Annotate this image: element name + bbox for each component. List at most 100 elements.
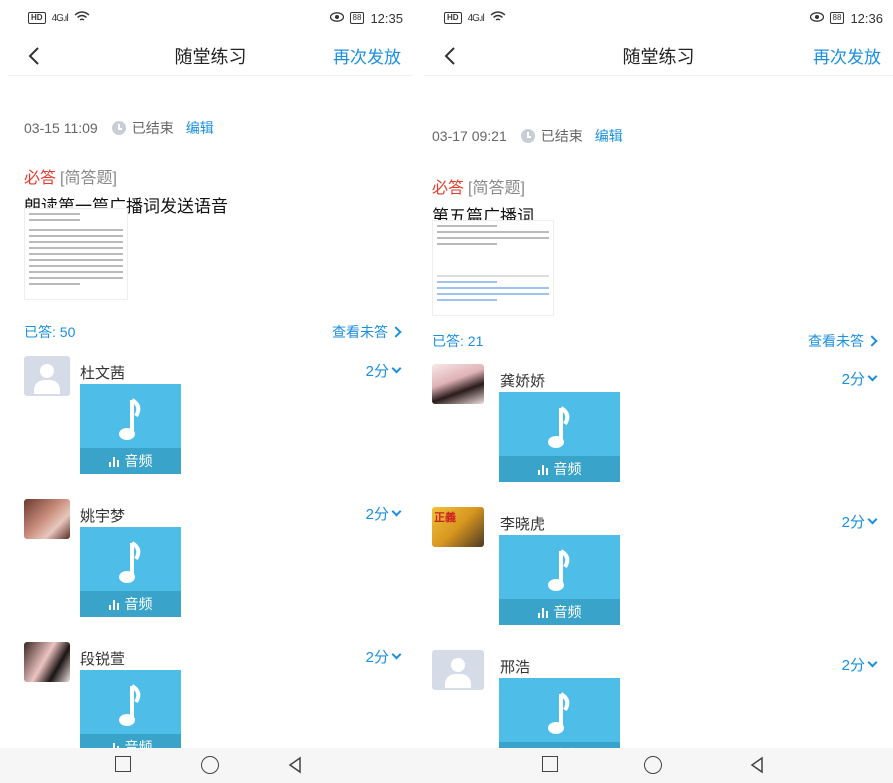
chevron-down-icon: [391, 649, 402, 660]
audio-card[interactable]: 音频: [80, 384, 181, 474]
chevron-down-icon: [391, 363, 402, 374]
score-dropdown[interactable]: 2分: [842, 511, 878, 532]
music-note-icon: [118, 398, 140, 440]
clock-icon: [520, 129, 535, 143]
required-label: 必答: [432, 180, 465, 197]
avatar[interactable]: [432, 364, 484, 404]
status-text: 已结束: [540, 128, 583, 144]
audio-label: 音频: [124, 596, 153, 612]
score-dropdown[interactable]: 2分: [842, 654, 878, 675]
avatar[interactable]: [24, 356, 70, 396]
audio-card[interactable]: 音频: [499, 535, 620, 625]
answered-count: 已答: 50: [24, 324, 76, 340]
view-unanswered-link[interactable]: 查看未答: [808, 331, 878, 351]
edit-link[interactable]: 编辑: [186, 118, 214, 138]
audio-bars-icon: [109, 741, 119, 748]
audio-bars-icon: [537, 463, 548, 475]
audio-label-bar: 音频: [499, 456, 620, 482]
answered-count: 已答: 21: [432, 333, 484, 349]
score-dropdown[interactable]: 2分: [366, 646, 402, 667]
answered-row: 已答: 50 查看未答: [24, 322, 402, 342]
reissue-button[interactable]: 再次发放: [813, 43, 881, 68]
audio-card[interactable]: 音频: [80, 527, 181, 617]
student-name: 杜文茜: [80, 365, 126, 382]
hd-badge: HD: [444, 12, 462, 24]
header: 随堂练习 再次发放: [8, 36, 413, 76]
datetime: 03-15 11:09: [24, 120, 98, 136]
attachment-thumbnail[interactable]: [432, 220, 554, 316]
audio-bars-icon: [108, 455, 119, 467]
right-screen: HD 4G.ıl 88 12:36 随堂练习 再次发放 03-17 09:21 …: [424, 0, 893, 748]
signal-icon: 4G.ıl: [51, 12, 69, 24]
list-item: 正義 李晓虎 2分 音频: [432, 507, 878, 631]
status-bar: HD 4G.ıl 88 12:36: [424, 0, 893, 36]
square-icon[interactable]: [542, 756, 558, 772]
audio-bars-icon: [537, 606, 548, 618]
audio-label-bar: 音频: [499, 599, 620, 625]
question-type: 必答 [简答题]: [24, 170, 117, 187]
student-name: 邢浩: [500, 659, 531, 676]
battery-icon: 88: [349, 12, 365, 24]
datetime: 03-17 09:21: [432, 128, 507, 144]
avatar[interactable]: [432, 650, 484, 690]
music-note-icon: [118, 684, 140, 726]
audio-label-bar: 音频: [80, 591, 181, 617]
circle-icon[interactable]: [644, 756, 662, 774]
audio-label-bar: 音频: [80, 448, 181, 474]
status-text: 已结束: [131, 120, 174, 136]
header: 随堂练习 再次发放: [424, 36, 893, 76]
audio-card[interactable]: 音频: [80, 670, 181, 748]
chevron-right-icon: [390, 326, 402, 338]
audio-label: 音频: [553, 604, 582, 620]
score-dropdown[interactable]: 2分: [366, 360, 402, 381]
meta-row: 03-17 09:21 已结束 编辑: [432, 126, 623, 146]
music-note-icon: [547, 406, 569, 448]
student-name: 龚娇娇: [500, 373, 546, 390]
chevron-down-icon: [867, 514, 878, 525]
view-unanswered-link[interactable]: 查看未答: [332, 322, 402, 342]
student-name: 姚宇梦: [80, 508, 126, 525]
list-item: 邢浩 2分 音频: [432, 650, 878, 748]
student-name: 李晓虎: [500, 516, 546, 533]
square-icon[interactable]: [115, 756, 131, 772]
question-type: 必答 [简答题]: [432, 180, 525, 197]
audio-label: 音频: [124, 453, 153, 469]
audio-bars-icon: [108, 598, 119, 610]
avatar[interactable]: [24, 642, 70, 682]
status-time: 12:35: [370, 10, 403, 26]
status-time: 12:36: [850, 10, 883, 26]
chevron-down-icon: [867, 371, 878, 382]
audio-label: 音频: [553, 461, 582, 477]
chevron-down-icon: [867, 657, 878, 668]
audio-card[interactable]: 音频: [499, 392, 620, 482]
required-label: 必答: [24, 170, 57, 187]
chevron-right-icon: [866, 335, 878, 347]
audio-label: 音频: [124, 739, 153, 748]
music-note-icon: [547, 692, 569, 734]
chevron-down-icon: [391, 506, 402, 517]
eye-icon: [809, 11, 824, 25]
triangle-back-icon[interactable]: [748, 756, 766, 774]
triangle-back-icon[interactable]: [286, 756, 304, 774]
eye-icon: [329, 11, 344, 25]
list-item: 龚娇娇 2分 音频: [432, 364, 878, 488]
student-name: 段锐萱: [80, 651, 126, 668]
audio-card[interactable]: 音频: [499, 678, 620, 748]
signal-icon: 4G.ıl: [467, 12, 485, 24]
avatar[interactable]: [24, 499, 70, 539]
edit-link[interactable]: 编辑: [595, 126, 623, 146]
hd-badge: HD: [28, 12, 46, 24]
left-screen: HD 4G.ıl 88 12:35 随堂练习 再次发放 03-15 11:09 …: [8, 0, 413, 748]
list-item: 段锐萱 2分 音频: [24, 642, 402, 748]
list-item: 姚宇梦 2分 音频: [24, 499, 402, 619]
score-dropdown[interactable]: 2分: [366, 503, 402, 524]
circle-icon[interactable]: [201, 756, 219, 774]
music-note-icon: [547, 549, 569, 591]
reissue-button[interactable]: 再次发放: [333, 43, 401, 68]
answered-row: 已答: 21 查看未答: [432, 331, 878, 351]
attachment-thumbnail[interactable]: [24, 208, 128, 300]
music-note-icon: [118, 541, 140, 583]
score-dropdown[interactable]: 2分: [842, 368, 878, 389]
clock-icon: [111, 121, 126, 135]
avatar[interactable]: 正義: [432, 507, 484, 547]
